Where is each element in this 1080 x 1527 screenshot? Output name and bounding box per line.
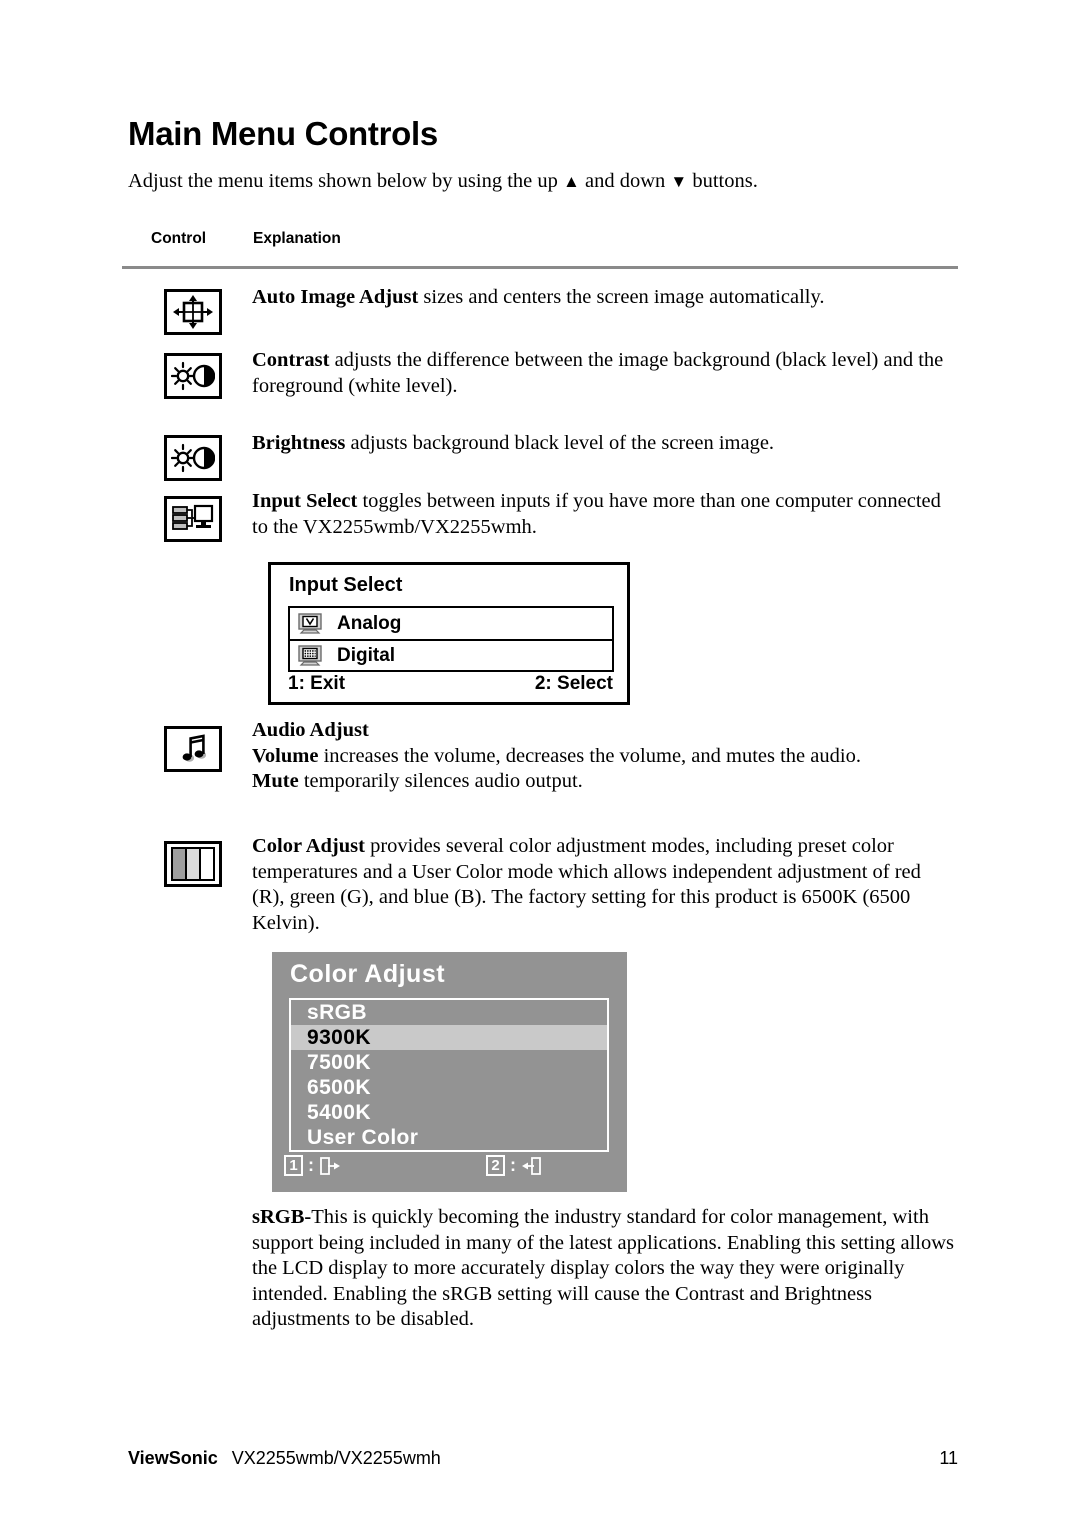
page-title: Main Menu Controls [128,115,438,152]
brightness-icon [164,435,222,481]
enter-arrow-icon [521,1156,543,1176]
osd-key-2-box: 2 [486,1155,505,1176]
footer-model: VX2255wmb/VX2255wmh [231,1448,441,1468]
row-contrast-text: Contrast adjusts the difference between … [252,348,952,399]
osd-key-2-separator: : [510,1155,516,1175]
contrast-icon [164,353,222,399]
osd-key-2-group[interactable]: 2 : [486,1155,543,1176]
document-page: Main Menu Controls Adjust the menu items… [0,0,1080,1527]
osd-item-digital[interactable]: Digital [290,639,612,670]
osd-key-1-separator: : [308,1155,314,1175]
term-input-select: Input Select [252,490,358,512]
auto-image-adjust-icon [164,289,222,335]
osd-color-adjust-panel: Color Adjust sRGB 9300K 7500K 6500K 5400… [272,952,627,1192]
osd-item-analog-label: Analog [337,612,402,634]
footer-brand: ViewSonic [128,1448,218,1468]
header-divider [122,266,958,269]
intro-text-after: buttons. [687,170,758,192]
desc-contrast: adjusts the difference between the image… [252,349,944,397]
digital-monitor-icon [297,644,323,667]
term-contrast: Contrast [252,349,330,371]
desc-auto-image-adjust: sizes and centers the screen image autom… [418,286,825,308]
osd-color-adjust-list: sRGB 9300K 7500K 6500K 5400K User Color [289,998,609,1152]
osd-item-analog[interactable]: Analog [290,608,612,639]
term-srgb: sRGB- [252,1206,312,1228]
row-auto-image-adjust-text: Auto Image Adjust sizes and centers the … [252,285,952,311]
osd-color-item-user-color[interactable]: User Color [291,1125,607,1150]
audio-adjust-heading-label: Audio Adjust [252,719,369,741]
desc-brightness: adjusts background black level of the sc… [345,432,775,454]
music-note-icon [164,726,222,772]
intro-text-before: Adjust the menu items shown below by usi… [128,170,564,192]
osd-color-item-srgb[interactable]: sRGB [291,1000,607,1025]
osd-footer-exit-label[interactable]: 1: Exit [288,673,345,695]
color-bars-icon [164,841,222,887]
osd-key-1-group[interactable]: 1 : [284,1155,341,1176]
osd-footer-select-label[interactable]: 2: Select [535,673,613,695]
term-auto-image-adjust: Auto Image Adjust [252,286,419,308]
row-color-adjust-text: Color Adjust provides several color adju… [252,834,952,936]
up-triangle-icon: ▲ [563,172,580,191]
row-brightness-text: Brightness adjusts background black leve… [252,431,952,457]
osd-color-item-7500k[interactable]: 7500K [291,1050,607,1075]
osd-input-select-list: Analog Digital [288,606,614,672]
row-audio-adjust-text: Audio Adjust Volume increases the volume… [252,718,952,795]
osd-input-select-title: Input Select [289,574,403,596]
intro-text-middle: and down [579,170,671,192]
page-footer: ViewSonic VX2255wmb/VX2255wmh 11 [128,1448,958,1469]
input-select-icon [164,496,222,542]
term-mute: Mute [252,770,299,792]
srgb-paragraph: sRGB-This is quickly becoming the indust… [252,1205,962,1333]
column-header-explanation: Explanation [253,230,341,247]
column-header-control: Control [151,230,207,247]
desc-volume: increases the volume, decreases the volu… [318,744,861,767]
intro-paragraph: Adjust the menu items shown below by usi… [128,168,958,195]
row-input-select-text: Input Select toggles between inputs if y… [252,489,952,540]
audio-mute-line: Mute temporarily silences audio output. [252,769,952,795]
footer-page-number: 11 [939,1448,958,1468]
osd-color-adjust-footer: 1 : 2 : [282,1155,602,1183]
term-volume: Volume [252,744,319,767]
term-brightness: Brightness [252,432,346,454]
exit-arrow-icon [319,1156,341,1176]
osd-input-select-panel: Input Select Analog Digital 1: Exit 2: S… [268,562,630,705]
osd-color-item-9300k[interactable]: 9300K [291,1025,607,1050]
down-triangle-icon: ▼ [670,172,688,191]
analog-monitor-icon [297,612,323,635]
osd-item-digital-label: Digital [337,644,396,666]
term-color-adjust: Color Adjust [252,835,365,857]
audio-adjust-heading: Audio Adjust [252,718,952,744]
osd-color-adjust-title: Color Adjust [290,960,446,988]
osd-input-select-footer: 1: Exit 2: Select [288,673,613,695]
osd-key-1-box: 1 [284,1155,303,1176]
osd-color-item-5400k[interactable]: 5400K [291,1100,607,1125]
desc-mute: temporarily silences audio output. [298,770,583,792]
desc-srgb: This is quickly becoming the industry st… [252,1206,955,1330]
osd-color-item-6500k[interactable]: 6500K [291,1075,607,1100]
audio-volume-line: Volume increases the volume, decreases t… [252,744,952,770]
